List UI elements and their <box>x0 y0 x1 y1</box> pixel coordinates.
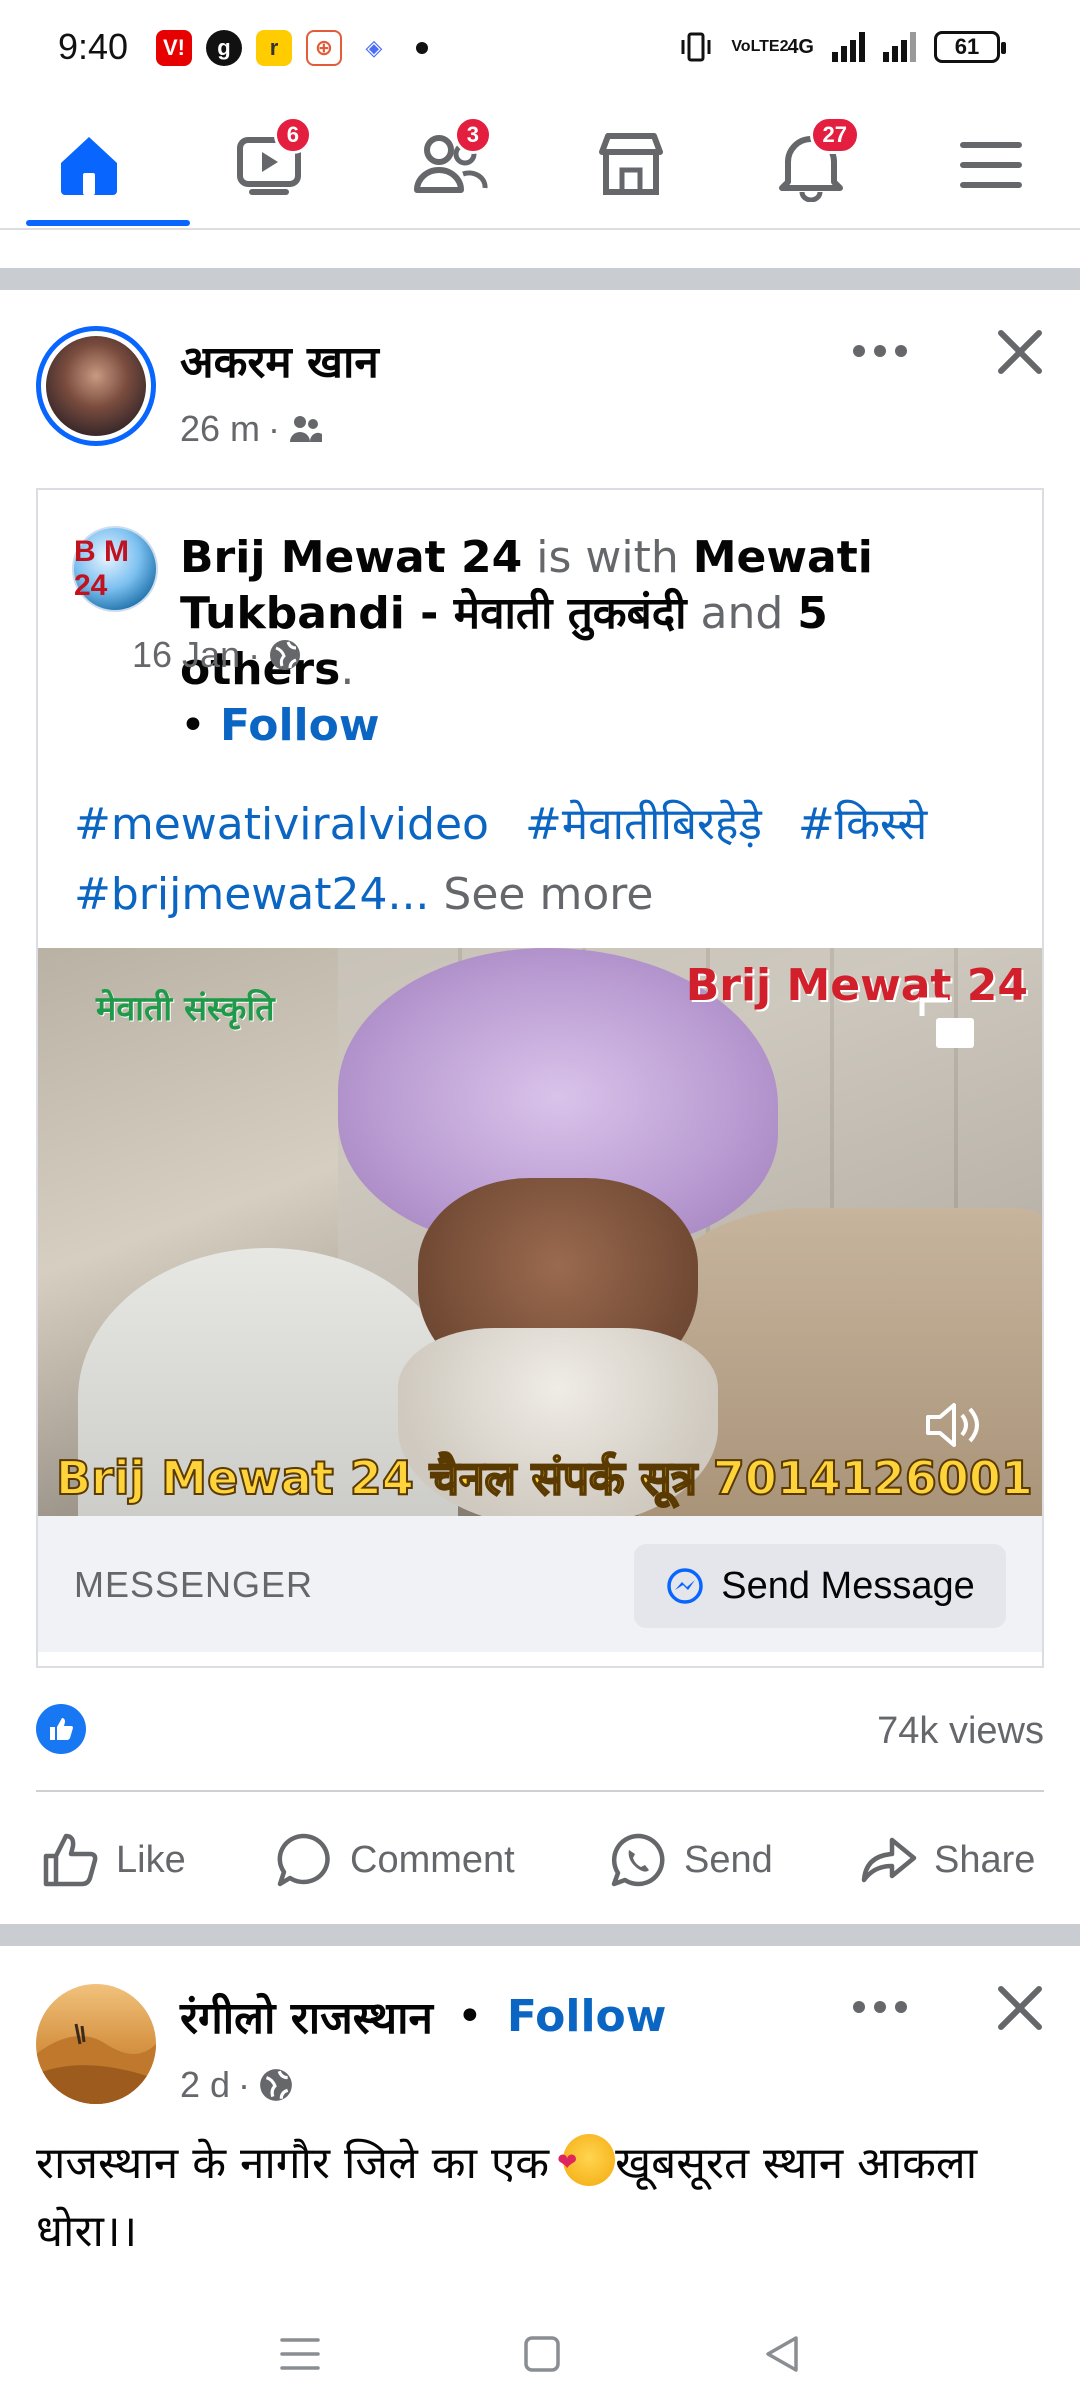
globe-icon <box>260 2069 292 2101</box>
system-navigation <box>0 2300 1080 2408</box>
more-notifications-dot <box>416 42 428 54</box>
post-author-name[interactable]: अकरम खान <box>180 330 379 390</box>
feed-separator <box>0 268 1080 290</box>
post-options-button[interactable] <box>840 326 920 376</box>
tab-home[interactable] <box>44 120 134 210</box>
page-name[interactable]: Brij Mewat 24 <box>180 532 522 583</box>
realme-icon: r <box>256 30 292 66</box>
author-avatar[interactable] <box>36 326 156 446</box>
active-tab-indicator <box>26 220 190 226</box>
hide-post-button[interactable] <box>990 322 1050 382</box>
notifications-badge: 27 <box>809 116 860 154</box>
like-reaction-icon[interactable] <box>36 1704 86 1754</box>
battery-icon: 61 <box>934 31 1006 63</box>
like-button[interactable]: Like <box>40 1820 186 1900</box>
post2-author-name[interactable]: रंगीलो राजस्थान <box>180 1986 433 2046</box>
hashtag-link[interactable]: #किस्से <box>798 799 927 850</box>
post-hashtags: #mewativiralvideo #मेवातीबिरहेड़े #किस्स… <box>74 790 1014 930</box>
signal-icon-2 <box>883 32 916 62</box>
post2-header: रंगीलो राजस्थान • Follow <box>180 1986 666 2046</box>
dice-icon: ◈ <box>356 30 392 66</box>
post2-text: राजस्थान के नागौर जिले का एक खूबसूरत स्थ… <box>36 2128 1046 2266</box>
comment-button[interactable]: Comment <box>274 1820 515 1900</box>
reactions-row: 74k views <box>36 1704 1044 1758</box>
close-icon <box>998 1986 1042 2030</box>
post-actions: Like Comment Send Share <box>0 1820 1080 1900</box>
whatsapp-icon <box>611 1833 665 1887</box>
see-more-link[interactable]: See more <box>443 869 653 920</box>
follow-button[interactable]: Follow <box>220 700 380 751</box>
hashtag-link[interactable]: #brijmewat24... <box>74 869 429 920</box>
post2-options-button[interactable] <box>840 1982 920 2032</box>
smiling-hearts-emoji-icon <box>557 2128 616 2196</box>
post2-time: 2 d <box>180 2064 231 2105</box>
tab-notifications[interactable]: 27 <box>766 116 860 210</box>
marketplace-icon <box>599 133 663 195</box>
send-message-button[interactable]: Send Message <box>634 1544 1006 1628</box>
feed-separator-2 <box>0 1924 1080 1946</box>
vi-icon: V! <box>156 30 192 66</box>
hashtag-link[interactable]: #mewativiralvideo <box>74 799 489 850</box>
back-icon[interactable] <box>762 2334 802 2374</box>
messenger-icon <box>667 1568 703 1604</box>
tab-watch[interactable]: 6 <box>226 116 316 210</box>
shared-post-date: 16 Jan <box>132 634 241 675</box>
pip-icon[interactable] <box>918 996 978 1057</box>
home-nav-icon[interactable] <box>522 2334 562 2374</box>
volte-label: VoLTE2 <box>731 38 789 55</box>
video-overlay-text: मेवाती संस्कृति <box>96 989 275 1029</box>
network-label: 4G <box>787 35 814 58</box>
tab-friends[interactable]: 3 <box>406 116 496 210</box>
send-whatsapp-button[interactable]: Send <box>608 1820 773 1900</box>
status-right: VoLTE2 4G 61 <box>679 30 1006 64</box>
close-icon <box>998 330 1042 374</box>
hide-post2-button[interactable] <box>990 1978 1050 2038</box>
video-caption: Brij Mewat 24 चैनल संपर्क सूत्र 70141260… <box>55 1450 1034 1506</box>
recents-icon[interactable] <box>278 2334 322 2374</box>
more-icon <box>853 2001 907 2013</box>
post2-meta: 2 d · <box>180 2064 294 2106</box>
shared-post-card[interactable]: B M 24 Brij Mewat 24 is with Mewati Tukb… <box>36 488 1044 1668</box>
menu-icon <box>960 142 1022 188</box>
home-icon <box>61 137 117 195</box>
shared-post-header: Brij Mewat 24 is with Mewati Tukbandi - … <box>180 532 873 751</box>
friends-badge: 3 <box>453 116 492 154</box>
top-nav: 6 3 27 <box>0 100 1080 230</box>
status-time: 9:40 <box>58 26 129 67</box>
game-icon: ⊕ <box>306 30 342 66</box>
vibrate-icon <box>681 32 711 62</box>
tab-marketplace[interactable] <box>586 120 676 210</box>
watch-badge: 6 <box>273 116 312 154</box>
thumbs-up-icon <box>43 1833 98 1887</box>
messenger-label: MESSENGER <box>74 1564 314 1605</box>
author-avatar-2[interactable] <box>36 1984 156 2104</box>
status-app-icons: V! g r ⊕ ◈ <box>156 30 428 66</box>
status-bar: 9:40 V! g r ⊕ ◈ VoLTE2 4G 61 <box>0 0 1080 100</box>
messenger-cta-bar: MESSENGER Send Message <box>38 1516 1042 1652</box>
divider <box>36 1790 1044 1792</box>
friends-audience-icon <box>290 416 323 442</box>
shared-post-meta: 16 Jan · <box>132 634 302 676</box>
tab-menu[interactable] <box>946 120 1036 210</box>
video-player[interactable]: मेवाती संस्कृति Brij Mewat 24 Brij Mewat… <box>38 948 1042 1516</box>
globe-icon <box>270 640 301 670</box>
page-logo[interactable]: B M 24 <box>72 526 158 612</box>
comment-icon <box>277 1833 330 1887</box>
g-icon: g <box>206 30 242 66</box>
more-icon <box>853 345 907 357</box>
share-icon <box>861 1837 917 1883</box>
view-count[interactable]: 74k views <box>877 1710 1044 1753</box>
hashtag-link[interactable]: #मेवातीबिरहेड़े <box>525 799 762 850</box>
post-meta: 26 m · <box>180 408 324 450</box>
signal-icon <box>832 32 865 62</box>
share-button[interactable]: Share <box>858 1820 1035 1900</box>
post-time: 26 m <box>180 408 261 449</box>
follow-button-2[interactable]: Follow <box>507 1991 667 2042</box>
